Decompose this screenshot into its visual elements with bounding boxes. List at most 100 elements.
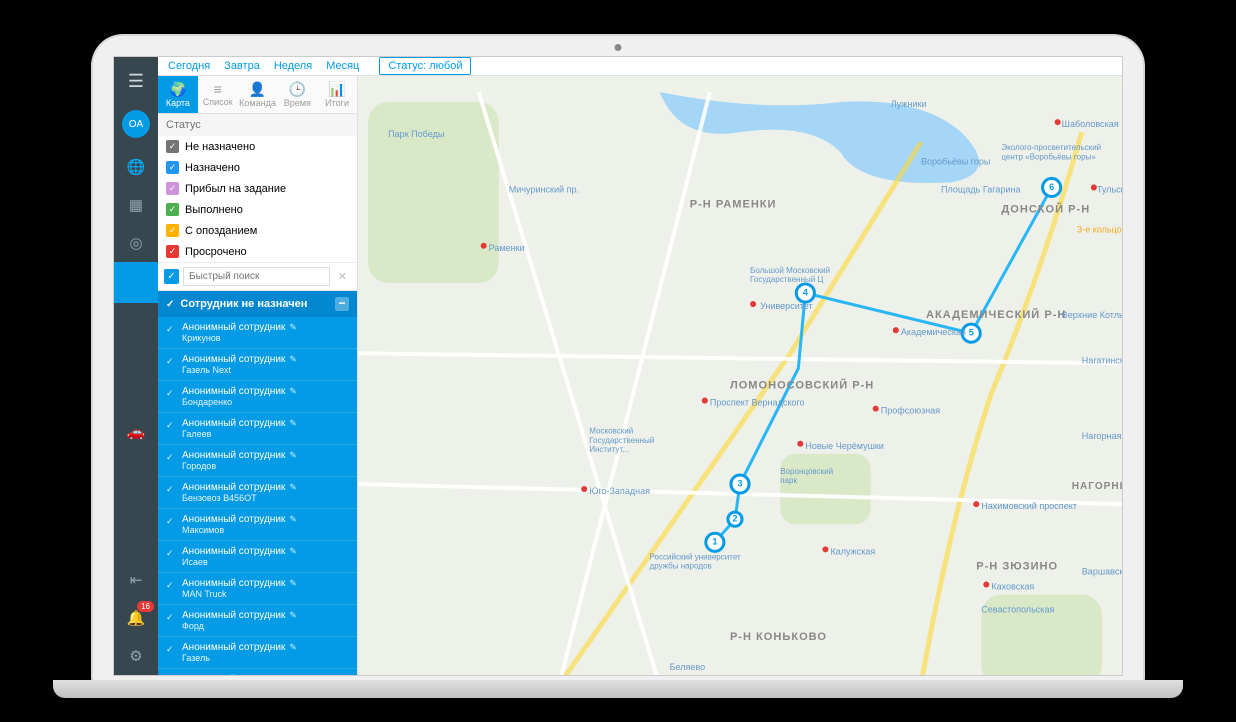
menu-icon[interactable]: ☰ [120, 63, 152, 100]
checkbox-icon[interactable]: ✓ [166, 245, 179, 258]
edit-icon[interactable]: ✎ [289, 354, 297, 364]
employee-name: Анонимный сотрудник✎ [182, 482, 349, 493]
map-view[interactable]: 1 2 3 4 5 6 Р-Н РАМЕНКИ ДОНСКОЙ Р-Н АКАД… [358, 76, 1122, 676]
tab-map[interactable]: 🌍Карта [158, 76, 198, 113]
edit-icon[interactable]: ✎ [289, 386, 297, 396]
employee-item[interactable]: Анонимный сотрудник✎Городов [158, 445, 357, 477]
svg-text:Севастопольская: Севастопольская [981, 605, 1054, 615]
clear-search-icon[interactable]: ✕ [334, 270, 351, 283]
edit-icon[interactable]: ✎ [289, 514, 297, 524]
tab-list[interactable]: ≡Список [198, 76, 238, 113]
edit-icon[interactable]: ✎ [289, 610, 297, 620]
employee-sub: Газель Next [182, 365, 349, 375]
employee-item[interactable]: Анонимный сотрудник✎Максимов [158, 509, 357, 541]
svg-text:Профсоюзная: Профсоюзная [881, 406, 941, 416]
employee-item[interactable]: Анонимный сотрудник✎Исаев [158, 541, 357, 573]
employee-item[interactable]: Анонимный сотрудник✎Крикунов [158, 317, 357, 349]
employee-name: Анонимный сотрудник✎ [182, 354, 349, 365]
svg-text:ЛОМОНОСОВСКИЙ Р-Н: ЛОМОНОСОВСКИЙ Р-Н [730, 378, 874, 391]
checkbox-icon[interactable]: ✓ [166, 140, 179, 153]
status-filter-button[interactable]: Статус: любой [379, 57, 471, 75]
svg-text:АКАДЕМИЧЕСКИЙ Р-Н: АКАДЕМИЧЕСКИЙ Р-Н [926, 308, 1066, 321]
filter-today[interactable]: Сегодня [168, 60, 210, 72]
svg-text:Новые Черёмушки: Новые Черёмушки [805, 441, 884, 451]
svg-text:3: 3 [737, 478, 742, 488]
edit-icon[interactable]: ✎ [289, 642, 297, 652]
employee-item[interactable]: Анонимный сотрудник✎Галеев [158, 413, 357, 445]
status-row[interactable]: ✓Прибыл на задание [158, 178, 357, 199]
employee-sub: Форд [182, 621, 349, 631]
notifications-icon[interactable]: 🔔16 [114, 599, 158, 637]
tab-team[interactable]: 👤Команда [238, 76, 278, 113]
employee-item[interactable]: Анонимный сотрудник✎Газель [158, 637, 357, 669]
district-label: Р-Н РАМЕНКИ [690, 199, 777, 211]
svg-text:1: 1 [712, 537, 717, 547]
stats-icon: 📊 [317, 81, 357, 98]
checkbox-icon[interactable]: ✓ [166, 203, 179, 216]
chart-icon[interactable]: ▦ [114, 186, 158, 224]
tab-results[interactable]: 📊Итоги [317, 76, 357, 113]
svg-text:Парк Победы: Парк Победы [388, 129, 444, 139]
employee-item[interactable]: Анонимный сотрудник✎Лада Веста [158, 669, 357, 676]
status-row[interactable]: ✓Не назначено [158, 136, 357, 157]
collapse-icon[interactable]: − [335, 297, 349, 311]
edit-icon[interactable]: ✎ [289, 578, 297, 588]
globe-icon[interactable]: 🌐 [114, 148, 158, 186]
svg-text:ДОНСКОЙ Р-Н: ДОНСКОЙ Р-Н [1001, 203, 1090, 216]
status-row[interactable]: ✓Просрочено [158, 241, 357, 262]
search-input[interactable] [183, 267, 330, 286]
svg-text:Каховская: Каховская [991, 582, 1034, 592]
employee-name: Анонимный сотрудник✎ [182, 578, 349, 589]
svg-text:Нагатинская: Нагатинская [1082, 355, 1122, 365]
avatar[interactable]: OA [122, 110, 150, 138]
svg-text:НАГОРНЫЙ Р-Н: НАГОРНЫЙ Р-Н [1072, 479, 1122, 492]
tab-time[interactable]: 🕒Время [277, 76, 317, 113]
check-icon: ✓ [166, 299, 174, 310]
clock-icon: 🕒 [277, 81, 317, 98]
checkbox-icon[interactable]: ✓ [166, 161, 179, 174]
employee-name: Анонимный сотрудник✎ [182, 514, 349, 525]
employee-sub: Бондаренко [182, 397, 349, 407]
svg-text:Юго-Западная: Юго-Западная [589, 486, 650, 496]
edit-icon[interactable]: ✎ [289, 418, 297, 428]
notification-badge: 16 [137, 601, 154, 612]
svg-text:Нахимовский проспект: Нахимовский проспект [981, 501, 1077, 511]
status-row[interactable]: ✓Выполнено [158, 199, 357, 220]
logout-icon[interactable]: ⇤ [114, 561, 158, 599]
target-icon[interactable]: ◎ [114, 224, 158, 262]
status-label: Назначено [185, 162, 240, 174]
edit-icon[interactable]: ✎ [289, 674, 297, 676]
employee-item[interactable]: Анонимный сотрудник✎Форд [158, 605, 357, 637]
employee-name: Анонимный сотрудник✎ [182, 642, 349, 653]
checkbox-icon[interactable]: ✓ [166, 224, 179, 237]
edit-icon[interactable]: ✎ [289, 482, 297, 492]
employee-sub: Крикунов [182, 333, 349, 343]
employee-item[interactable]: Анонимный сотрудник✎MAN Truck [158, 573, 357, 605]
status-row[interactable]: ✓ С опозданием [158, 220, 357, 241]
search-checkbox[interactable]: ✓ [164, 269, 179, 284]
filter-week[interactable]: Неделя [274, 60, 312, 72]
edit-icon[interactable]: ✎ [289, 450, 297, 460]
employee-name: Анонимный сотрудник✎ [182, 674, 349, 676]
filter-tomorrow[interactable]: Завтра [224, 60, 260, 72]
employee-group-header[interactable]: ✓ Сотрудник не назначен − [158, 291, 357, 317]
svg-text:Р-Н ЗЮЗИНО: Р-Н ЗЮЗИНО [976, 560, 1058, 572]
svg-text:Верхние Котлы: Верхние Котлы [1062, 310, 1122, 320]
edit-icon[interactable]: ✎ [289, 322, 297, 332]
svg-text:2: 2 [732, 514, 737, 524]
checkbox-icon[interactable]: ✓ [166, 182, 179, 195]
settings-icon[interactable]: ⚙ [114, 637, 158, 675]
svg-text:Раменки: Раменки [489, 243, 525, 253]
employee-name: Анонимный сотрудник✎ [182, 322, 349, 333]
employee-item[interactable]: Анонимный сотрудник✎Бензовоз B456OT [158, 477, 357, 509]
status-label: С опозданием [185, 225, 257, 237]
nav-active-item[interactable] [114, 262, 158, 303]
employee-item[interactable]: Анонимный сотрудник✎Бондаренко [158, 381, 357, 413]
filter-month[interactable]: Месяц [326, 60, 359, 72]
car-icon[interactable]: 🚗 [114, 413, 158, 451]
edit-icon[interactable]: ✎ [289, 546, 297, 556]
employee-sub: Бензовоз B456OT [182, 493, 349, 503]
status-row[interactable]: ✓ Назначено [158, 157, 357, 178]
employee-item[interactable]: Анонимный сотрудник✎Газель Next [158, 349, 357, 381]
svg-text:Эколого-просветительскийцентр: Эколого-просветительскийцентр «Воробьёвы… [1001, 143, 1101, 161]
